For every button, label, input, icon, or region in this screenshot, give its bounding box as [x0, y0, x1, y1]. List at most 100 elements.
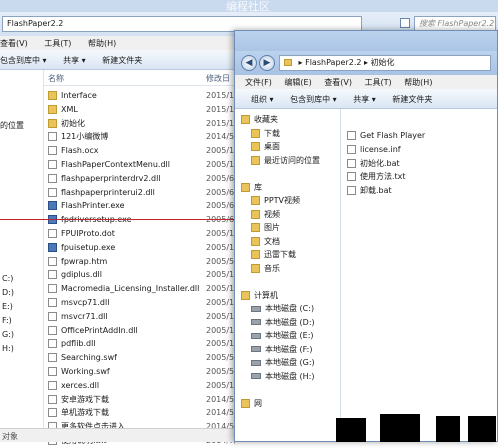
nav-fragment[interactable]: E:)	[2, 302, 13, 311]
file-row[interactable]: 单机游戏下载 2014/5/	[48, 406, 237, 420]
file-row[interactable]: msvcp71.dll 2005/11	[48, 296, 239, 310]
file-row[interactable]: gdiplus.dll 2005/11	[48, 268, 239, 282]
menu-view[interactable]: 查看(V)	[324, 78, 352, 87]
menu-file[interactable]: 文件(F)	[245, 78, 272, 87]
nav-item[interactable]: 本地磁盘 (G:)	[235, 356, 340, 370]
column-name-header[interactable]: 名称	[48, 72, 64, 86]
menu-view[interactable]: 查看(V)	[0, 39, 28, 48]
nav-item[interactable]: 本地磁盘 (D:)	[235, 316, 340, 330]
include-in-library-button[interactable]: 包含到库中 ▾	[290, 95, 337, 104]
nav-item[interactable]: 桌面	[235, 140, 340, 154]
file-row[interactable]: 121小编微博 2014/5/	[48, 130, 237, 144]
file-row[interactable]: pdflib.dll 2005/11	[48, 337, 239, 351]
nav-item[interactable]: 本地磁盘 (H:)	[235, 370, 340, 384]
new-folder-button[interactable]: 新建文件夹	[392, 95, 432, 104]
file-row[interactable]: fpuisetup.exe 2005/11	[48, 241, 239, 255]
nav-item[interactable]: 文档	[235, 235, 340, 249]
file-name: 121小编微博	[61, 132, 109, 142]
file-row[interactable]: 初始化.bat	[347, 157, 493, 171]
file-row[interactable]: flashpaperprinterdrv2.dll 2005/6/	[48, 172, 237, 186]
share-button[interactable]: 共享 ▾	[63, 56, 86, 65]
file-row[interactable]: 卸载.bat	[347, 184, 493, 198]
front-address-field[interactable]: ▸ FlashPaper2.2 ▸ 初始化	[279, 55, 491, 71]
background-search-placeholder: 搜索 FlashPaper2.2	[419, 19, 495, 28]
nav-item[interactable]: 库	[235, 181, 340, 195]
menu-help[interactable]: 帮助(H)	[88, 39, 116, 48]
file-row[interactable]: FPUIProto.dot 2005/11	[48, 227, 239, 241]
organize-button[interactable]: 组织 ▾	[251, 95, 274, 104]
nav-item[interactable]: 计算机	[235, 289, 340, 303]
file-date: 2005/6/	[206, 187, 237, 197]
forward-arrow-icon[interactable]: ▶	[259, 55, 275, 71]
nav-fragment[interactable]: G:)	[2, 330, 14, 339]
nav-item[interactable]: 收藏夹	[235, 113, 340, 127]
file-row[interactable]: Get Flash Player	[347, 129, 493, 143]
share-button[interactable]: 共享 ▾	[353, 95, 376, 104]
file-name: FlashPaperContextMenu.dll	[61, 159, 170, 169]
column-date-header[interactable]: 修改日	[206, 72, 230, 86]
nav-item[interactable]: 本地磁盘 (F:)	[235, 343, 340, 357]
nav-item[interactable]: 下载	[235, 127, 340, 141]
drive-icon	[251, 319, 261, 325]
file-name: msvcr71.dll	[61, 311, 108, 321]
file-name: flashpaperprinterui2.dll	[61, 187, 155, 197]
nav-fragment[interactable]: D:)	[2, 288, 14, 297]
menu-tools[interactable]: 工具(T)	[365, 78, 392, 87]
file-row[interactable]: Searching.swf 2005/5/	[48, 351, 237, 365]
refresh-icon[interactable]	[400, 18, 410, 28]
menu-help[interactable]: 帮助(H)	[404, 78, 432, 87]
file-row[interactable]: OfficePrintAddIn.dll 2005/11	[48, 324, 239, 338]
horizontal-scrollbar[interactable]: 对象	[0, 428, 234, 442]
file-icon	[48, 187, 57, 197]
breadcrumb-item[interactable]: FlashPaper2.2	[305, 58, 361, 67]
background-menu-bar: 查看(V) 工具(T) 帮助(H)	[0, 36, 240, 50]
nav-item[interactable]: 网	[235, 397, 340, 411]
file-row[interactable]: msvcr71.dll 2005/11	[48, 310, 239, 324]
nav-item[interactable]: 音乐	[235, 262, 340, 276]
include-in-library-button[interactable]: 包含到库中 ▾	[0, 56, 47, 65]
file-row[interactable]: license.inf	[347, 143, 493, 157]
file-row[interactable]: Working.swf 2005/5/	[48, 365, 237, 379]
back-arrow-icon[interactable]: ◀	[241, 55, 257, 71]
nav-item[interactable]: 本地磁盘 (E:)	[235, 329, 340, 343]
file-row[interactable]: Macromedia_Licensing_Installer.dll 2005/1…	[48, 282, 239, 296]
breadcrumb-item[interactable]: 初始化	[371, 58, 395, 67]
nav-item-icon	[251, 236, 260, 246]
menu-tools[interactable]: 工具(T)	[44, 39, 71, 48]
nav-fragment[interactable]: F:)	[2, 316, 12, 325]
nav-item[interactable]: PPTV视频	[235, 194, 340, 208]
file-name: Get Flash Player	[360, 131, 426, 140]
file-row[interactable]: Interface 2015/1/	[48, 89, 237, 103]
file-row[interactable]: fpdriversetup.exe2005/6/	[48, 213, 237, 227]
file-row[interactable]: XML 2015/1/	[48, 103, 237, 117]
nav-item[interactable]: 本地磁盘 (C:)	[235, 302, 340, 316]
nav-item[interactable]: 视频	[235, 208, 340, 222]
file-icon	[48, 228, 57, 238]
file-row[interactable]: FlashPaperContextMenu.dll 2005/11	[48, 158, 239, 172]
nav-fragment[interactable]: C:)	[2, 274, 13, 283]
file-row[interactable]: 使用方法.txt	[347, 170, 493, 184]
file-icon	[48, 284, 57, 294]
nav-item-label: 本地磁盘 (F:)	[265, 344, 313, 354]
file-row[interactable]: 初始化 2015/1/	[48, 117, 237, 131]
nav-item-label: 文档	[264, 236, 280, 246]
nav-item-label: 本地磁盘 (H:)	[265, 371, 315, 381]
nav-item[interactable]: 迅雷下载	[235, 248, 340, 262]
menu-edit[interactable]: 编辑(E)	[284, 78, 311, 87]
file-icon	[48, 173, 57, 183]
nav-item-icon	[251, 209, 260, 219]
file-row[interactable]: Flash.ocx 2005/11	[48, 144, 239, 158]
nav-fragment[interactable]: 的位置	[0, 120, 24, 131]
file-row[interactable]: xerces.dll 2005/11	[48, 379, 239, 393]
new-folder-button[interactable]: 新建文件夹	[102, 56, 142, 65]
file-row[interactable]: fpwrap.htm 2005/5/	[48, 255, 237, 269]
file-icon	[48, 394, 57, 404]
nav-fragment[interactable]: H:)	[2, 344, 14, 353]
nav-item[interactable]: 图片	[235, 221, 340, 235]
nav-item[interactable]: 最近访问的位置	[235, 154, 340, 168]
file-row[interactable]: FlashPrinter.exe 2005/6/	[48, 199, 237, 213]
file-row[interactable]: 安卓游戏下载 2014/5/	[48, 393, 237, 407]
file-icon	[48, 311, 57, 321]
file-row[interactable]: flashpaperprinterui2.dll 2005/6/	[48, 186, 237, 200]
